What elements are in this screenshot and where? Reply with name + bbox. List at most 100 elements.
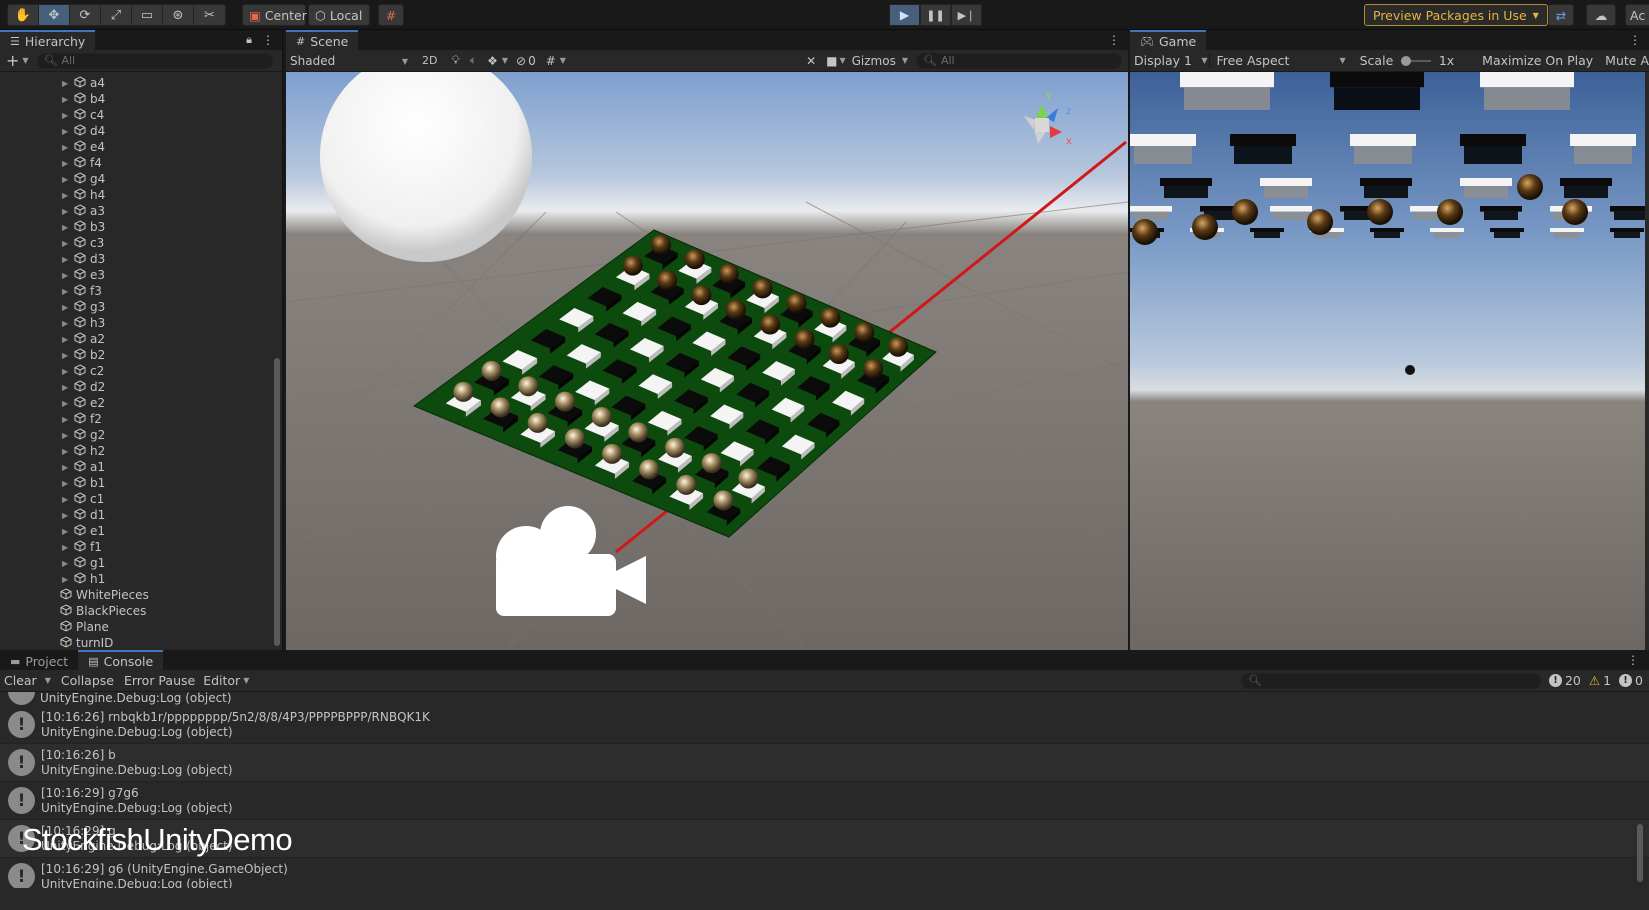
clear-button[interactable]: Clear bbox=[4, 673, 37, 688]
transform-tool-icon[interactable]: ⊛ bbox=[163, 5, 194, 25]
warning-count-toggle[interactable]: ⚠ 1 bbox=[1589, 673, 1611, 688]
hierarchy-item[interactable]: Plane bbox=[0, 619, 282, 635]
more-options-icon[interactable]: ⋮ bbox=[1627, 653, 1639, 667]
black-pawn[interactable] bbox=[684, 249, 705, 270]
hierarchy-item[interactable]: ▶ c3 bbox=[0, 235, 282, 251]
hierarchy-item[interactable]: ▶ d1 bbox=[0, 507, 282, 523]
expand-arrow-icon[interactable]: ▶ bbox=[62, 79, 72, 88]
shading-dropdown[interactable]: Shaded ▼ bbox=[290, 54, 408, 68]
scale-slider[interactable] bbox=[1401, 55, 1432, 66]
expand-arrow-icon[interactable]: ▶ bbox=[62, 159, 72, 168]
log-count-toggle[interactable]: ! 20 bbox=[1548, 673, 1581, 688]
hierarchy-item[interactable]: ▶ g2 bbox=[0, 427, 282, 443]
black-pawn[interactable] bbox=[657, 270, 678, 291]
hierarchy-item[interactable]: ▶ a4 bbox=[0, 75, 282, 91]
expand-arrow-icon[interactable]: ▶ bbox=[62, 351, 72, 360]
grid-snap-button[interactable]: # bbox=[378, 4, 404, 26]
hierarchy-item[interactable]: ▶ d3 bbox=[0, 251, 282, 267]
scale-slider-knob[interactable] bbox=[1401, 55, 1412, 66]
tab-console[interactable]: ▤ Console bbox=[78, 650, 164, 670]
game-viewport[interactable] bbox=[1130, 72, 1645, 650]
play-button[interactable]: ▶ bbox=[889, 4, 920, 26]
chevron-down-icon[interactable]: ▼ bbox=[502, 56, 508, 65]
hierarchy-item[interactable]: WhitePieces bbox=[0, 587, 282, 603]
expand-arrow-icon[interactable]: ▶ bbox=[62, 431, 72, 440]
white-pawn[interactable] bbox=[665, 437, 686, 458]
black-pawn[interactable] bbox=[794, 329, 815, 350]
black-pawn[interactable] bbox=[854, 322, 875, 343]
hierarchy-item[interactable]: ▶ e1 bbox=[0, 523, 282, 539]
expand-arrow-icon[interactable]: ▶ bbox=[62, 111, 72, 120]
hierarchy-item[interactable]: ▶ e4 bbox=[0, 139, 282, 155]
log-entry[interactable]: ! [10:16:29] g6 (UnityEngine.GameObject) U… bbox=[0, 858, 1649, 888]
expand-arrow-icon[interactable]: ▶ bbox=[62, 463, 72, 472]
space-toggle[interactable]: ⬡ Local bbox=[308, 4, 370, 26]
expand-arrow-icon[interactable]: ▶ bbox=[62, 447, 72, 456]
hierarchy-item[interactable]: ▶ h2 bbox=[0, 443, 282, 459]
expand-arrow-icon[interactable]: ▶ bbox=[62, 335, 72, 344]
tab-hierarchy[interactable]: ☰ Hierarchy bbox=[0, 30, 96, 50]
add-icon[interactable]: + bbox=[6, 51, 19, 70]
tools-icon[interactable]: ✕ bbox=[806, 54, 816, 68]
gizmos-label[interactable]: Gizmos bbox=[852, 54, 896, 68]
expand-arrow-icon[interactable]: ▶ bbox=[62, 479, 72, 488]
hierarchy-item[interactable]: turnID bbox=[0, 635, 282, 651]
black-pawn[interactable] bbox=[888, 336, 909, 357]
more-options-icon[interactable]: ⋮ bbox=[262, 33, 274, 47]
hierarchy-item[interactable]: ▶ b4 bbox=[0, 91, 282, 107]
scale-tool-icon[interactable]: ⤢ bbox=[101, 5, 132, 25]
hierarchy-item[interactable]: ▶ b3 bbox=[0, 219, 282, 235]
black-pawn[interactable] bbox=[718, 263, 739, 284]
log-entry[interactable]: ! [10:16:29] g7g6 UnityEngine.Debug:Log (o… bbox=[0, 782, 1649, 820]
hierarchy-scroll-thumb[interactable] bbox=[274, 358, 280, 646]
white-pawn[interactable] bbox=[527, 412, 548, 433]
hierarchy-item[interactable]: ▶ b2 bbox=[0, 347, 282, 363]
black-pawn[interactable] bbox=[863, 358, 884, 379]
mute-audio-toggle[interactable]: Mute A bbox=[1605, 53, 1649, 68]
hierarchy-item[interactable]: BlackPieces bbox=[0, 603, 282, 619]
scene-viewport[interactable]: y z x bbox=[286, 72, 1128, 650]
expand-arrow-icon[interactable]: ▶ bbox=[62, 415, 72, 424]
expand-arrow-icon[interactable]: ▶ bbox=[62, 271, 72, 280]
expand-arrow-icon[interactable]: ▶ bbox=[62, 527, 72, 536]
white-pawn[interactable] bbox=[591, 406, 612, 427]
hierarchy-item[interactable]: ▶ d2 bbox=[0, 379, 282, 395]
grid-toggle-icon[interactable]: # bbox=[546, 54, 556, 68]
audio-icon[interactable]: 🔈︎ bbox=[470, 53, 477, 68]
hierarchy-item[interactable]: ▶ b1 bbox=[0, 475, 282, 491]
hierarchy-item[interactable]: ▶ h4 bbox=[0, 187, 282, 203]
white-pawn[interactable] bbox=[490, 397, 511, 418]
expand-arrow-icon[interactable]: ▶ bbox=[62, 175, 72, 184]
chevron-down-icon[interactable]: ▼ bbox=[45, 676, 51, 685]
expand-arrow-icon[interactable]: ▶ bbox=[62, 511, 72, 520]
hierarchy-item[interactable]: ▶ f3 bbox=[0, 283, 282, 299]
display-dropdown[interactable]: Display 1 ▼ bbox=[1134, 53, 1207, 68]
expand-arrow-icon[interactable]: ▶ bbox=[62, 303, 72, 312]
hierarchy-item[interactable]: ▶ c4 bbox=[0, 107, 282, 123]
collab-button[interactable]: ⇄ bbox=[1548, 4, 1574, 26]
white-pawn[interactable] bbox=[639, 459, 660, 480]
white-pawn[interactable] bbox=[453, 381, 474, 402]
console-search-input[interactable]: 🔍︎ bbox=[1240, 672, 1541, 689]
hidden-objects-icon[interactable]: ⊘ bbox=[516, 54, 526, 68]
log-entry[interactable]: ! [10:16:26] b UnityEngine.Debug:Log (obje… bbox=[0, 744, 1649, 782]
expand-arrow-icon[interactable]: ▶ bbox=[62, 543, 72, 552]
hierarchy-item[interactable]: ▶ f4 bbox=[0, 155, 282, 171]
rect-tool-icon[interactable]: ▭ bbox=[132, 5, 163, 25]
hierarchy-search-input[interactable]: 🔍︎ All bbox=[36, 52, 273, 69]
hierarchy-item[interactable]: ▶ h3 bbox=[0, 315, 282, 331]
black-pawn[interactable] bbox=[725, 299, 746, 320]
step-button[interactable]: ▶❘ bbox=[951, 4, 982, 26]
hierarchy-item[interactable]: ▶ c1 bbox=[0, 491, 282, 507]
white-pawn[interactable] bbox=[701, 453, 722, 474]
white-pawn[interactable] bbox=[481, 360, 502, 381]
black-pawn[interactable] bbox=[650, 234, 671, 255]
console-scroll-thumb[interactable] bbox=[1637, 824, 1643, 882]
expand-arrow-icon[interactable]: ▶ bbox=[62, 399, 72, 408]
expand-arrow-icon[interactable]: ▶ bbox=[62, 319, 72, 328]
white-pawn[interactable] bbox=[602, 443, 623, 464]
white-pawn[interactable] bbox=[555, 391, 576, 412]
cloud-button[interactable]: ☁ bbox=[1586, 4, 1616, 26]
tab-scene[interactable]: # Scene bbox=[286, 30, 359, 50]
expand-arrow-icon[interactable]: ▶ bbox=[62, 239, 72, 248]
